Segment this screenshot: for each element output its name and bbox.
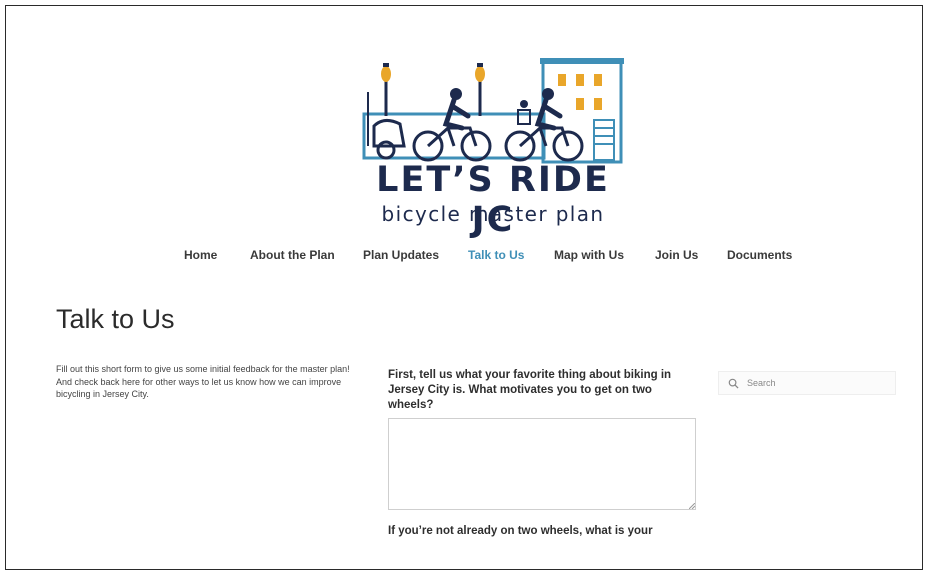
page-title: Talk to Us — [56, 304, 175, 334]
site-logo[interactable]: LET’S RIDE JC bicycle master plan — [358, 54, 628, 240]
nav-documents[interactable]: Documents — [727, 248, 792, 262]
logo-title: LET’S RIDE JC — [376, 160, 610, 240]
nav-home[interactable]: Home — [184, 248, 217, 262]
search-placeholder: Search — [747, 378, 776, 388]
logo-illustration — [362, 58, 624, 164]
nav-plan-updates[interactable]: Plan Updates — [363, 248, 439, 262]
answer-1-textarea[interactable] — [388, 418, 696, 510]
nav-talk-to-us[interactable]: Talk to Us — [468, 248, 524, 262]
search-field[interactable]: Search — [718, 371, 896, 395]
nav-join-us[interactable]: Join Us — [655, 248, 698, 262]
main-nav: Home About the Plan Plan Updates Talk to… — [6, 248, 922, 268]
nav-map-with-us[interactable]: Map with Us — [554, 248, 624, 262]
question-2-label: If you’re not already on two wheels, wha… — [388, 525, 653, 537]
page-frame: LET’S RIDE JC bicycle master plan Home A… — [5, 5, 923, 570]
search-icon — [728, 378, 739, 389]
resize-grip-icon[interactable] — [689, 503, 695, 509]
logo-subtitle: bicycle master plan — [381, 202, 605, 226]
nav-about-the-plan[interactable]: About the Plan — [250, 248, 335, 262]
intro-text: Fill out this short form to give us some… — [56, 364, 350, 399]
question-1-label: First, tell us what your favorite thing … — [388, 369, 672, 411]
